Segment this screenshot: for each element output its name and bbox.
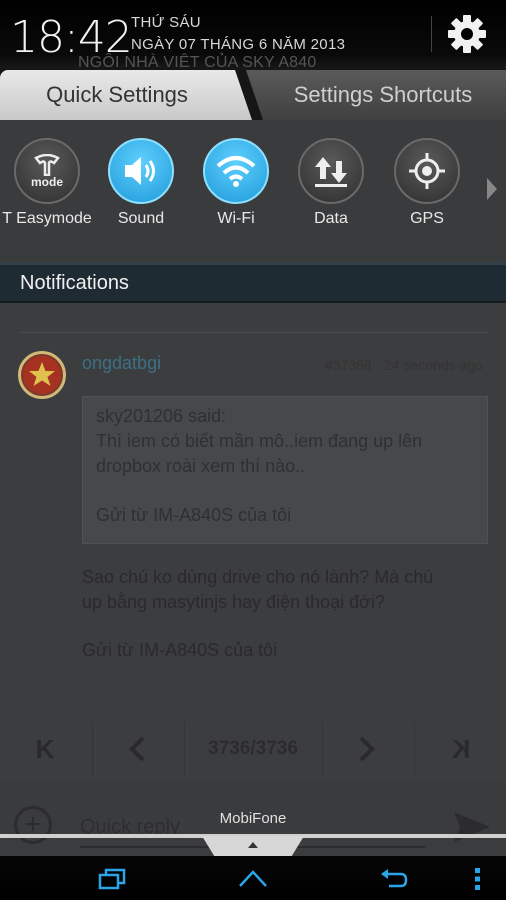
divider [20, 332, 488, 333]
tab-settings-shortcuts[interactable]: Settings Shortcuts [246, 70, 506, 120]
data-arrows-icon [315, 157, 347, 187]
t-easymode-toggle[interactable]: mode [14, 138, 80, 204]
gps-icon [409, 153, 445, 189]
avatar[interactable] [18, 351, 66, 399]
clock: 18:42 [10, 12, 133, 63]
recent-apps-icon [98, 868, 126, 890]
speaker-icon [125, 157, 155, 185]
home-icon [239, 870, 267, 887]
post-body-line: Gửi từ IM-A840S của tôi [82, 640, 278, 660]
date: NGÀY 07 THÁNG 6 NĂM 2013 [131, 36, 346, 53]
scroll-right-arrow-icon[interactable] [487, 178, 497, 200]
recent-apps-button[interactable] [92, 864, 132, 894]
wifi-icon [216, 156, 256, 187]
weekday: THỨ SÁU [131, 14, 201, 31]
pager-divider [414, 722, 415, 778]
wifi-toggle[interactable] [203, 138, 269, 204]
t-easymode-icon: mode [30, 153, 63, 189]
prev-page-button[interactable] [112, 718, 162, 780]
gps-toggle[interactable] [394, 138, 460, 204]
quick-setting-label-easymode: T Easymode [2, 210, 92, 227]
chevron-left-icon [129, 736, 145, 762]
post-number[interactable]: #37358 [325, 357, 372, 373]
quick-setting-label-sound: Sound [117, 210, 165, 227]
back-button[interactable] [374, 864, 414, 894]
quick-setting-label-wifi: Wi-Fi [217, 210, 255, 227]
easymode-badge: mode [30, 174, 63, 189]
home-button[interactable] [233, 864, 273, 894]
quote-line: Gửi từ IM-A840S của tôi [96, 505, 292, 525]
next-page-button[interactable] [342, 718, 392, 780]
post-author[interactable]: ongdatbgi [82, 353, 161, 374]
data-toggle[interactable] [298, 138, 364, 204]
back-arrow-icon [381, 869, 408, 888]
post-body-line: Sao chú ko dùng drive cho nó lành? Mà ch… [82, 567, 434, 587]
post-time: 24 seconds ago [384, 357, 483, 373]
pager-divider [92, 722, 93, 778]
post-body-line: up bằng masytinjs hay điện thoại đới? [82, 592, 385, 612]
carrier-label: MobiFone [219, 810, 287, 827]
quote-line: sky201206 said: [96, 406, 227, 426]
settings-gear-icon[interactable] [447, 14, 487, 54]
sound-toggle[interactable] [108, 138, 174, 204]
overflow-menu-icon [475, 868, 480, 890]
header-divider [431, 16, 432, 52]
page-indicator[interactable]: 3736/3736 [186, 718, 320, 780]
pager-divider [184, 722, 185, 778]
page-number: 3736/3736 [208, 738, 298, 759]
quick-setting-label-data: Data [314, 210, 348, 227]
quick-setting-label-gps: GPS [410, 210, 444, 227]
last-page-button[interactable]: K [436, 718, 486, 780]
tab-quick-settings[interactable]: Quick Settings [0, 70, 252, 120]
first-page-button[interactable]: K [20, 718, 70, 780]
chevron-right-icon [359, 736, 375, 762]
pager-divider [322, 722, 323, 778]
quote-line: dropbox roài xem thí nào.. [96, 456, 306, 476]
notifications-title: Notifications [20, 272, 129, 294]
menu-button[interactable] [458, 864, 498, 894]
quote-line: Thì iem có biết mần mô..iem đang up lên [96, 431, 423, 451]
star-emblem-icon [23, 356, 61, 394]
caret-up-icon [248, 842, 258, 848]
